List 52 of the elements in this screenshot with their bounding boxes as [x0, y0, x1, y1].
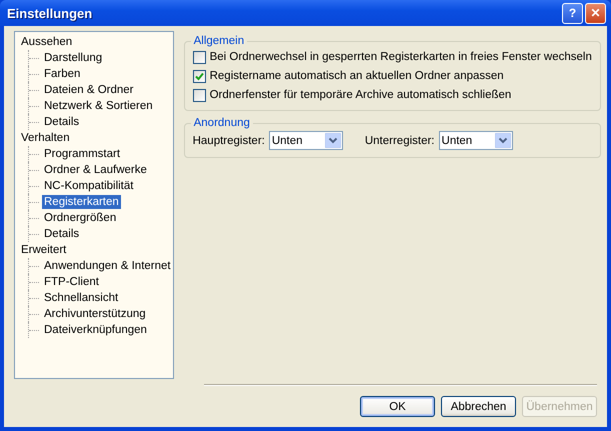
tree-line	[28, 322, 42, 338]
tree-item[interactable]: Registerkarten	[42, 195, 121, 209]
tree-line	[28, 210, 42, 226]
help-button[interactable]: ?	[562, 2, 583, 24]
tree-line	[28, 306, 42, 322]
tree-item[interactable]: Details	[42, 227, 82, 241]
tree-item[interactable]: Ordner & Laufwerke	[42, 163, 149, 177]
tree-line	[28, 82, 42, 98]
tree-item[interactable]: FTP-Client	[42, 275, 101, 289]
group-title: Allgemein	[192, 35, 246, 47]
checkbox[interactable]	[192, 88, 206, 102]
tree-item[interactable]: Ordnergrößen	[42, 211, 118, 225]
tree-item[interactable]: Schnellansicht	[42, 291, 120, 305]
tree-line	[28, 66, 42, 82]
field-label: Unterregister:	[364, 134, 435, 146]
tree-line	[28, 98, 42, 114]
tree-line	[28, 114, 42, 130]
tree-item[interactable]: Archivunterstützung	[42, 307, 148, 321]
tree-item[interactable]: NC-Kompatibilität	[42, 179, 136, 193]
tree-item[interactable]: Verhalten	[19, 131, 72, 145]
checkbox-label: Bei Ordnerwechsel in gesperrten Registerkarten in freies Fenster wechseln	[210, 51, 592, 63]
group-title: Anordnung	[192, 117, 251, 129]
tree-item[interactable]: Programmstart	[42, 147, 122, 161]
tree-line	[28, 274, 42, 290]
window-title: Einstellungen	[7, 6, 94, 20]
tree-item[interactable]: Erweitert	[19, 243, 68, 257]
tree-item[interactable]: Dateiverknüpfungen	[42, 323, 149, 337]
tree-item[interactable]: Netzwerk & Sortieren	[42, 99, 155, 113]
tree-line	[28, 226, 42, 242]
tree-line	[28, 290, 42, 306]
dropdown[interactable]: Unten	[268, 131, 343, 150]
checkbox-label: Registername automatisch an aktuellen Ordner anpassen	[210, 70, 504, 82]
tree-line	[28, 178, 42, 194]
tree-line	[28, 162, 42, 178]
tree-item[interactable]: Farben	[42, 67, 82, 81]
tree-item[interactable]: Anwendungen & Internet	[42, 259, 173, 273]
tree-item[interactable]: Darstellung	[42, 51, 104, 65]
checkbox-label: Ordnerfenster für temporäre Archive automatisch schließen	[210, 89, 512, 101]
tree-line	[28, 146, 42, 162]
tree-item[interactable]: Dateien & Ordner	[42, 83, 136, 97]
dialog-button[interactable]: OK	[360, 396, 435, 417]
tree-item[interactable]: Aussehen	[19, 35, 74, 49]
dropdown[interactable]: Unten	[438, 131, 513, 150]
chevron-down-icon	[494, 133, 511, 148]
field-label: Hauptregister:	[192, 134, 265, 146]
tree-line	[28, 50, 42, 66]
tree-item[interactable]: Details	[42, 115, 82, 129]
dialog-button[interactable]: Abbrechen	[441, 396, 516, 417]
checkbox[interactable]	[192, 50, 206, 64]
checkbox[interactable]	[192, 70, 206, 82]
tree-line	[28, 258, 42, 274]
chevron-down-icon	[324, 133, 341, 148]
